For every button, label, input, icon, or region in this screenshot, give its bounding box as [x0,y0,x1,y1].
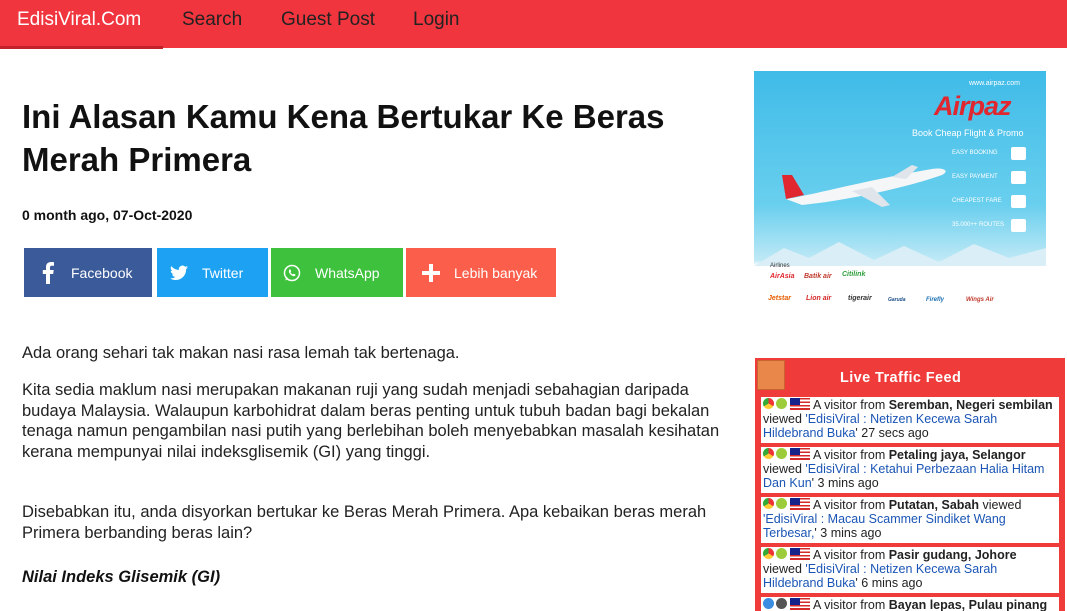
android-icon [776,398,787,409]
card-icon [1011,171,1026,184]
twitter-icon [170,262,188,284]
feed-article-link[interactable]: 'EdisiViral : Ketahui Perbezaan Halia Hi… [763,462,1044,490]
share-whatsapp-button[interactable]: WhatsApp [271,248,403,297]
airline-logo: Garuda [888,297,906,303]
feed-text: A visitor from [813,448,889,462]
article-paragraph: Disebabkan itu, anda disyorkan bertukar … [22,503,707,542]
feedjit-logo-icon [757,360,785,390]
airline-logo: Firefly [926,297,945,303]
feed-header: Live Traffic Feed [755,358,1065,392]
ad-brand-logo: Airpaz [934,91,1012,121]
chrome-icon [763,548,774,559]
airline-logo: AirAsia [770,273,795,280]
malaysia-flag-icon [790,498,810,510]
ad-url: www.airpaz.com [969,80,1020,87]
airline-logo: Citilink [842,271,866,278]
feed-time: ' 27 secs ago [855,426,929,440]
hand-icon [1011,147,1026,160]
ad-feature: 35.000++ ROUTES [952,222,1005,228]
article-title: Ini Alasan Kamu Kena Bertukar Ke Beras M… [22,98,665,178]
top-navbar: EdisiViral.Com Search Guest Post Login [0,0,1067,49]
feed-place: Bayan lepas, Pulau pinang [888,598,1048,611]
article-paragraph: Kita sedia maklum nasi merupakan makanan… [22,381,720,461]
safari-icon [763,598,774,609]
airplane-icon [782,165,946,207]
share-more-button[interactable]: Lebih banyak [406,248,556,297]
visitor-icons [763,398,813,410]
android-icon [776,498,787,509]
nav-login-link[interactable]: Login [413,9,460,31]
airline-logo: tigerair [848,295,872,302]
share-facebook-button[interactable]: Facebook [24,248,152,297]
nav-search-link[interactable]: Search [182,9,242,31]
apple-icon [776,598,787,609]
malaysia-flag-icon [790,548,810,560]
ad-tagline: Book Cheap Flight & Promo [912,128,1024,138]
whatsapp-icon [283,262,301,284]
airline-logo: Batik air [804,273,832,280]
article-paragraph: Ada orang sehari tak makan nasi rasa lem… [22,344,460,362]
feed-article-link[interactable]: 'EdisiViral : Macau Scammer Sindiket Wan… [763,512,1006,540]
facebook-icon [39,261,57,284]
plus-icon [422,262,440,284]
feed-text: A visitor from [813,398,889,412]
article-subheading: Nilai Indeks Glisemik (GI) [22,568,221,586]
visitor-icons [763,498,813,510]
live-traffic-feed: Live Traffic Feed A visitor from Seremba… [755,358,1065,611]
feed-time: ' 6 mins ago [855,576,923,590]
share-twitter-button[interactable]: Twitter [157,248,268,297]
feed-place: Pasir gudang, Johore [888,548,1017,562]
brand-link[interactable]: EdisiViral.Com [17,9,141,31]
malaysia-flag-icon [790,448,810,460]
android-icon [776,548,787,559]
feed-place: Petaling jaya, Selangor [888,448,1026,462]
ad-airlines-label: Airlines [770,263,790,269]
feed-time: ' 3 mins ago [811,476,879,490]
malaysia-flag-icon [790,398,810,410]
article-date: 0 month ago, 07-Oct-2020 [22,207,193,223]
chrome-icon [763,398,774,409]
airline-logo: Jetstar [768,295,791,302]
plane-small-icon [1011,219,1026,232]
feed-place: Putatan, Sabah [888,498,980,512]
nav-guest-post-link[interactable]: Guest Post [281,9,375,31]
chrome-icon [763,498,774,509]
feed-text: viewed [763,462,806,476]
ad-feature: EASY BOOKING [952,150,998,156]
feed-place: Seremban, Negeri sembilan [888,398,1053,412]
share-facebook-label: Facebook [71,264,133,281]
feed-text: viewed [763,412,806,426]
airline-logo: Lion air [806,295,832,302]
feed-time: ' 3 mins ago [814,526,882,540]
feed-item: A visitor from Seremban, Negeri sembilan… [761,397,1059,443]
malaysia-flag-icon [790,598,810,610]
feed-text: A visitor from [813,598,889,611]
feed-text: A visitor from [813,498,889,512]
airpaz-ad-banner[interactable]: www.airpaz.com Airpaz Book Cheap Flight … [754,71,1046,314]
share-whatsapp-label: WhatsApp [315,264,380,281]
ad-feature: EASY PAYMENT [952,174,998,180]
feed-item: A visitor from Petaling jaya, Selangor v… [761,447,1059,493]
share-twitter-label: Twitter [202,264,244,281]
ad-feature: CHEAPEST FARE [952,198,1002,204]
visitor-icons [763,448,813,460]
visitor-icons [763,598,813,610]
feed-text: A visitor from [813,548,889,562]
feed-title: Live Traffic Feed [840,370,962,386]
mountains-icon [754,242,1046,266]
feed-item: A visitor from Pasir gudang, Johore view… [761,547,1059,593]
android-icon [776,448,787,459]
airline-logo: Wings Air [966,297,994,303]
feed-item: A visitor from Putatan, Sabah viewed 'Ed… [761,497,1059,543]
feed-text: viewed [979,498,1022,512]
visitor-icons [763,548,813,560]
share-more-label: Lebih banyak [454,264,538,281]
feed-text: viewed [763,562,806,576]
dollar-icon [1011,195,1026,208]
active-nav-underline [0,46,163,49]
feed-item: A visitor from Bayan lepas, Pulau pinang [761,597,1059,611]
chrome-icon [763,448,774,459]
